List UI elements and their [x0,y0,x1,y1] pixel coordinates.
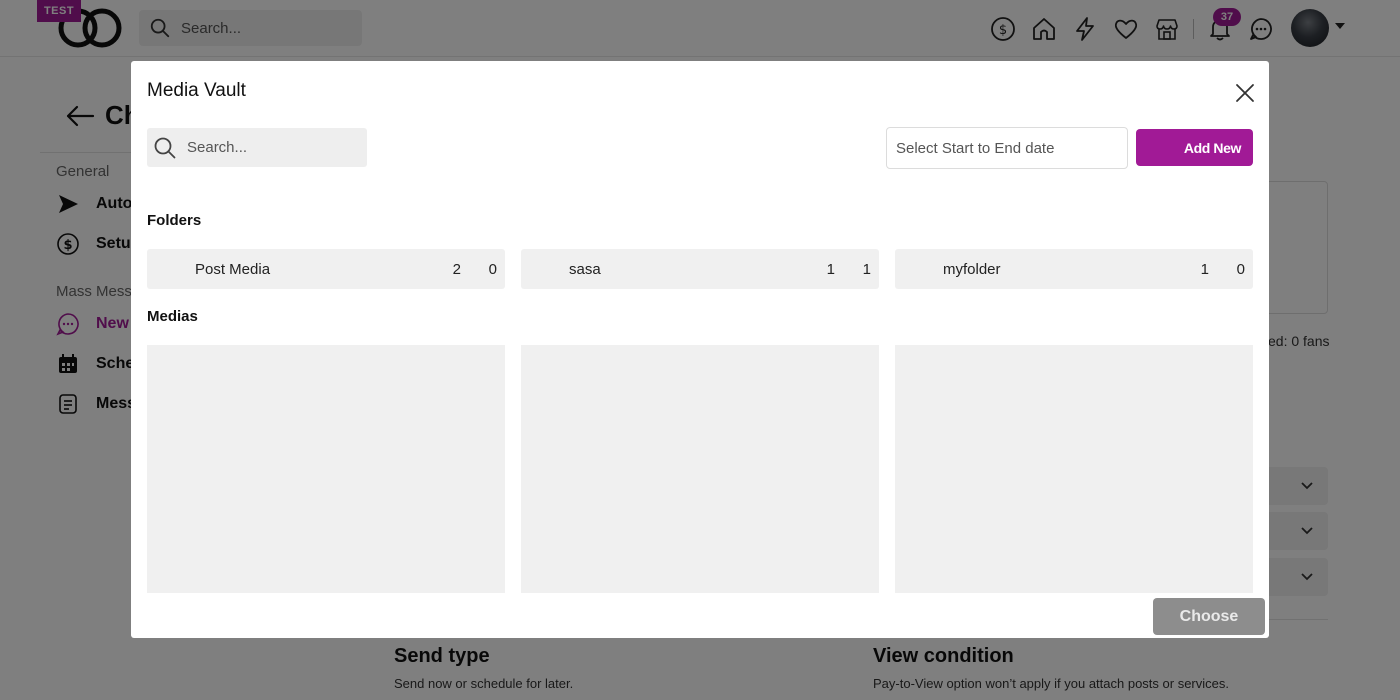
add-new-button[interactable]: Add New [1136,129,1253,166]
choose-button[interactable]: Choose [1153,598,1265,635]
folder-count-a: 1 [1200,260,1209,278]
media-search-field[interactable] [147,128,367,167]
folder-name: myfolder [943,260,1001,278]
folder-count-b: 0 [1236,260,1245,278]
folder-name: Post Media [195,260,271,278]
folder-count-a: 1 [826,260,835,278]
media-search-input[interactable] [187,139,357,156]
search-icon [154,137,176,158]
medias-heading: Medias [147,308,198,325]
date-range-input[interactable] [896,139,1121,157]
folder-item[interactable]: myfolder 1 0 [895,249,1253,289]
media-tile[interactable] [147,345,505,593]
close-icon [1236,84,1254,102]
folder-count-b: 0 [488,260,497,278]
media-tile[interactable] [521,345,879,593]
folders-heading: Folders [147,212,202,229]
modal-title: Media Vault [147,80,246,101]
date-range-field[interactable] [886,127,1128,169]
folder-item[interactable]: sasa 1 1 [521,249,879,289]
media-tile[interactable] [895,345,1253,593]
folder-name: sasa [569,260,601,278]
folder-item[interactable]: Post Media 2 0 [147,249,505,289]
folder-count-b: 1 [862,260,871,278]
close-button[interactable] [1233,81,1257,105]
media-vault-modal: Media Vault Add New Folders Post Media 2… [131,61,1269,638]
folder-count-a: 2 [452,260,461,278]
